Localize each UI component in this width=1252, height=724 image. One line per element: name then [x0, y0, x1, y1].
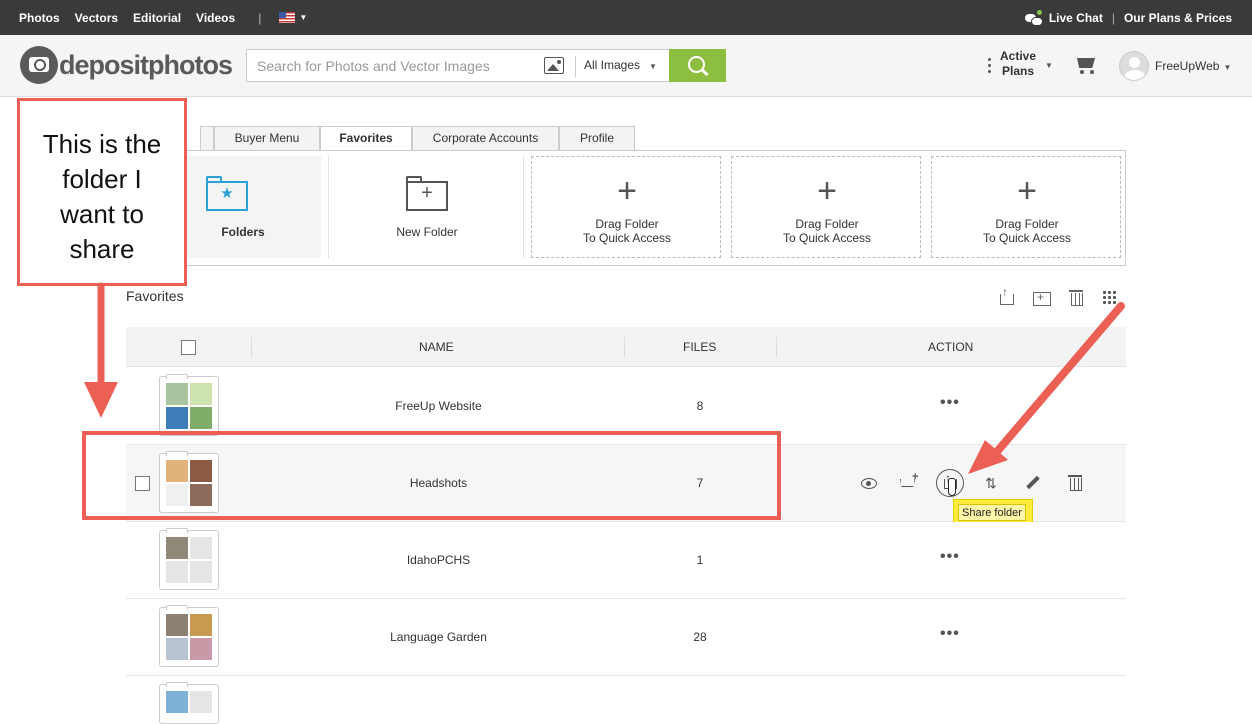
plus-icon: + — [817, 172, 837, 210]
folder-thumbnail[interactable] — [159, 528, 219, 590]
top-bar: Photos Vectors Editorial Videos | ▼ Live… — [0, 0, 1252, 35]
folders-label: Folders — [221, 225, 265, 239]
more-actions-button[interactable]: ••• — [940, 548, 960, 566]
pencil-icon[interactable] — [1019, 469, 1047, 497]
select-all-checkbox[interactable] — [181, 340, 196, 355]
live-chat-link[interactable]: Live Chat — [1049, 11, 1103, 25]
folder-thumbnail[interactable] — [159, 682, 219, 724]
more-actions-button[interactable]: ••• — [940, 394, 960, 412]
column-files[interactable]: FILES — [683, 327, 716, 367]
table-row[interactable] — [126, 676, 1126, 724]
drop-zone-label: Drag Folder To Quick Access — [982, 217, 1072, 245]
active-plans-line2: Plans — [1002, 64, 1035, 78]
file-count: 8 — [696, 399, 704, 413]
folder-name[interactable]: Language Garden — [236, 630, 641, 644]
table-row[interactable]: IdahoPCHS 1 ••• — [126, 522, 1126, 599]
quick-access-drop-zone[interactable]: + Drag Folder To Quick Access — [731, 156, 921, 258]
folder-name[interactable]: IdahoPCHS — [236, 553, 641, 567]
folder-star-icon: ★ — [206, 176, 248, 211]
annotation-callout: This is the folder I want to share — [17, 98, 187, 286]
search-divider — [575, 56, 576, 77]
table-header: NAME FILES ACTION — [126, 327, 1126, 367]
drop-zone-label: Drag Folder To Quick Access — [582, 217, 672, 245]
share-icon[interactable] — [998, 285, 1016, 306]
site-header: depositphotos All Images ▼ Active Plans ▼… — [0, 35, 1252, 97]
chevron-down-icon: ▼ — [649, 62, 657, 71]
add-to-cart-icon[interactable] — [895, 469, 923, 497]
folders-tile[interactable]: ★ Folders — [183, 156, 321, 258]
username: FreeUpWeb — [1155, 59, 1220, 73]
plans-prices-link[interactable]: Our Plans & Prices — [1124, 11, 1232, 25]
top-nav: Photos Vectors Editorial Videos | ▼ — [19, 0, 322, 35]
more-menu-icon[interactable] — [988, 58, 991, 76]
account-tabs: Buyer Menu Favorites Corporate Accounts … — [200, 126, 635, 152]
quick-access-drop-zone[interactable]: + Drag Folder To Quick Access — [531, 156, 721, 258]
avatar[interactable] — [1119, 51, 1149, 81]
drop-zone-label: Drag Folder To Quick Access — [782, 217, 872, 245]
table-row[interactable]: Language Garden 28 ••• — [126, 599, 1126, 676]
search-input[interactable] — [247, 50, 537, 81]
tab-favorites[interactable]: Favorites — [320, 126, 412, 152]
search-button[interactable] — [669, 49, 726, 82]
logo-text: depositphotos — [59, 49, 233, 80]
view-icon[interactable] — [855, 469, 883, 497]
folder-thumbnail[interactable] — [159, 374, 219, 436]
trash-icon[interactable] — [1068, 288, 1086, 306]
column-name[interactable]: NAME — [419, 327, 454, 367]
search-box: All Images ▼ — [246, 49, 670, 82]
tab-corporate-accounts[interactable]: Corporate Accounts — [412, 126, 559, 151]
tab-hidden[interactable] — [200, 126, 214, 151]
nav-videos[interactable]: Videos — [196, 11, 235, 25]
image-type-value: All Images — [584, 58, 641, 72]
quick-access-drop-zone[interactable]: + Drag Folder To Quick Access — [931, 156, 1121, 258]
add-to-folder-icon[interactable] — [1032, 288, 1051, 306]
image-type-select[interactable]: All Images ▼ — [584, 50, 657, 81]
chevron-down-icon[interactable]: ▼ — [299, 13, 307, 22]
folder-name[interactable]: FreeUp Website — [236, 399, 641, 413]
tooltip-text: Share folder — [958, 504, 1026, 521]
plus-icon: + — [1017, 172, 1037, 210]
new-folder-label: New Folder — [396, 225, 458, 239]
folder-thumbnail[interactable] — [159, 605, 219, 667]
us-flag-icon[interactable] — [279, 12, 296, 23]
chat-icon[interactable] — [1024, 9, 1043, 26]
top-right-links: Live Chat | Our Plans & Prices — [1024, 0, 1232, 35]
nav-photos[interactable]: Photos — [19, 11, 60, 25]
sort-arrows-icon[interactable]: ⇅ — [977, 469, 1005, 497]
grid-view-icon[interactable] — [1102, 290, 1117, 305]
image-search-icon[interactable] — [544, 57, 564, 74]
cart-icon[interactable] — [1075, 56, 1099, 76]
online-dot — [1036, 9, 1042, 15]
user-menu[interactable]: FreeUpWeb ▼ — [1155, 59, 1231, 73]
new-folder-tile[interactable]: + New Folder — [328, 156, 524, 258]
camera-logo-icon — [20, 46, 58, 84]
down-arrow-head — [84, 382, 118, 418]
active-plans-line1: Active — [1000, 49, 1037, 63]
file-count: 1 — [696, 553, 704, 567]
tab-profile[interactable]: Profile — [559, 126, 635, 151]
column-action: ACTION — [928, 340, 974, 354]
top-divider: | — [1111, 10, 1115, 25]
section-title: Favorites — [126, 288, 184, 304]
active-plans-menu[interactable]: Active Plans ▼ — [1000, 49, 1053, 79]
row-highlight-box — [82, 431, 781, 520]
tab-buyer-menu[interactable]: Buyer Menu — [214, 126, 320, 151]
chevron-down-icon: ▼ — [1045, 61, 1053, 70]
folder-plus-icon: + — [406, 176, 448, 211]
nav-editorial[interactable]: Editorial — [133, 11, 181, 25]
nav-vectors[interactable]: Vectors — [75, 11, 118, 25]
file-count: 28 — [693, 630, 707, 644]
trash-icon[interactable] — [1061, 469, 1089, 497]
callout-text: This is the folder I want to share — [42, 129, 162, 264]
plus-icon: + — [617, 172, 637, 210]
nav-separator: | — [258, 10, 262, 25]
more-actions-button[interactable]: ••• — [940, 625, 960, 643]
hand-cursor-icon — [945, 478, 959, 496]
chevron-down-icon: ▼ — [1223, 63, 1232, 72]
logo[interactable]: depositphotos — [20, 46, 233, 84]
